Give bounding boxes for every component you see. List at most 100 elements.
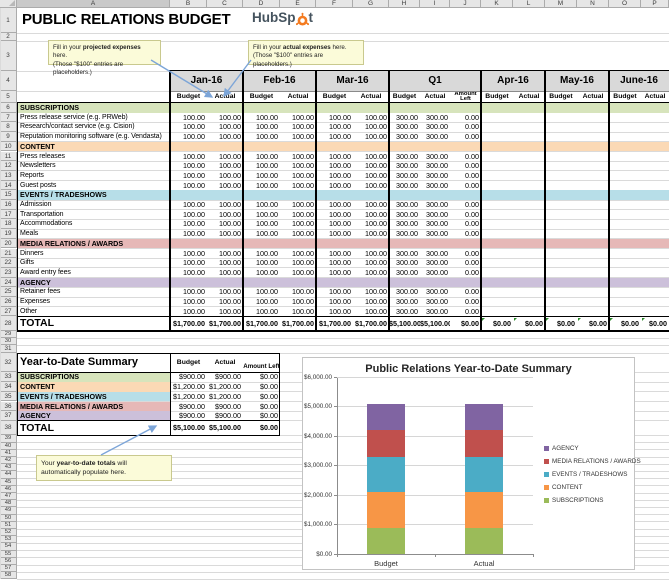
cell-H18[interactable]: 300.00 bbox=[389, 219, 420, 229]
section-header-row[interactable]: EVENTS / TRADESHOWS bbox=[17, 190, 669, 200]
ytd-cell-C34[interactable]: $1,200.00 bbox=[207, 382, 243, 392]
cell-H21[interactable]: 300.00 bbox=[389, 249, 420, 259]
cell-D16[interactable]: 100.00 bbox=[243, 200, 280, 210]
select-all-corner[interactable] bbox=[0, 0, 17, 8]
cell-E8[interactable]: 100.00 bbox=[280, 122, 316, 132]
row-label-22[interactable]: Gifts bbox=[20, 258, 169, 268]
row-header-48[interactable]: 48 bbox=[0, 500, 17, 507]
row-header-35[interactable]: 35 bbox=[0, 392, 17, 402]
cell-C23[interactable]: 100.00 bbox=[207, 268, 243, 278]
cell-D14[interactable]: 100.00 bbox=[243, 181, 280, 191]
ytd-total-B[interactable]: $5,100.00 bbox=[170, 421, 207, 436]
row-label-12[interactable]: Newsletters bbox=[20, 161, 169, 171]
row-header-8[interactable]: 8 bbox=[0, 122, 17, 132]
row-header-53[interactable]: 53 bbox=[0, 536, 17, 543]
cell-F17[interactable]: 100.00 bbox=[316, 210, 353, 220]
cell-H7[interactable]: 300.00 bbox=[389, 113, 420, 123]
cell-E11[interactable]: 100.00 bbox=[280, 152, 316, 162]
cell-J9[interactable]: 0.00 bbox=[450, 132, 481, 142]
cell-F21[interactable]: 100.00 bbox=[316, 249, 353, 259]
section-header-row[interactable]: AGENCY bbox=[17, 278, 669, 288]
col-header-A[interactable]: A bbox=[17, 0, 170, 8]
row-header-42[interactable]: 42 bbox=[0, 457, 17, 464]
col-header-L[interactable]: L bbox=[513, 0, 545, 8]
cell-I9[interactable]: 300.00 bbox=[420, 132, 450, 142]
cell-E19[interactable]: 100.00 bbox=[280, 229, 316, 239]
cell-H22[interactable]: 300.00 bbox=[389, 258, 420, 268]
cell-F13[interactable]: 100.00 bbox=[316, 171, 353, 181]
row-header-2[interactable]: 2 bbox=[0, 33, 17, 41]
row-label-23[interactable]: Award entry fees bbox=[20, 268, 169, 278]
cell-B17[interactable]: 100.00 bbox=[170, 210, 207, 220]
cell-J26[interactable]: 0.00 bbox=[450, 297, 481, 307]
col-header-C[interactable]: C bbox=[207, 0, 243, 8]
row-label-17[interactable]: Transportation bbox=[20, 210, 169, 220]
col-header-H[interactable]: H bbox=[389, 0, 420, 8]
section-header-row[interactable]: MEDIA RELATIONS / AWARDS bbox=[17, 239, 669, 249]
row-header-26[interactable]: 26 bbox=[0, 297, 17, 307]
row-header-44[interactable]: 44 bbox=[0, 471, 17, 478]
ytd-cell-B35[interactable]: $1,200.00 bbox=[170, 392, 207, 402]
cell-D7[interactable]: 100.00 bbox=[243, 113, 280, 123]
row-header-1[interactable]: 1 bbox=[0, 8, 17, 33]
cell-E16[interactable]: 100.00 bbox=[280, 200, 316, 210]
cell-E18[interactable]: 100.00 bbox=[280, 219, 316, 229]
ytd-cell-B33[interactable]: $900.00 bbox=[170, 372, 207, 382]
row-label-8[interactable]: Research/contact service (e.g. Cision) bbox=[20, 122, 169, 132]
cell-J8[interactable]: 0.00 bbox=[450, 122, 481, 132]
cell-D19[interactable]: 100.00 bbox=[243, 229, 280, 239]
month-header-Mar-16[interactable]: Mar-16 bbox=[316, 71, 389, 91]
cell-J23[interactable]: 0.00 bbox=[450, 268, 481, 278]
row-header-38[interactable]: 38 bbox=[0, 421, 17, 436]
cell-J17[interactable]: 0.00 bbox=[450, 210, 481, 220]
cell-C13[interactable]: 100.00 bbox=[207, 171, 243, 181]
cell-G23[interactable]: 100.00 bbox=[353, 268, 389, 278]
cell-I16[interactable]: 300.00 bbox=[420, 200, 450, 210]
ytd-cell-B34[interactable]: $1,200.00 bbox=[170, 382, 207, 392]
row-label-19[interactable]: Meals bbox=[20, 229, 169, 239]
cell-J13[interactable]: 0.00 bbox=[450, 171, 481, 181]
cell-J12[interactable]: 0.00 bbox=[450, 161, 481, 171]
cell-B18[interactable]: 100.00 bbox=[170, 219, 207, 229]
row-header-29[interactable]: 29 bbox=[0, 331, 17, 338]
row-header-5[interactable]: 5 bbox=[0, 91, 17, 103]
month-header-May-16[interactable]: May-16 bbox=[545, 71, 609, 91]
cell-J7[interactable]: 0.00 bbox=[450, 113, 481, 123]
cell-B26[interactable]: 100.00 bbox=[170, 297, 207, 307]
cell-G9[interactable]: 100.00 bbox=[353, 132, 389, 142]
row-label-11[interactable]: Press releases bbox=[20, 152, 169, 162]
month-header-June-16[interactable]: June-16 bbox=[609, 71, 669, 91]
cell-D18[interactable]: 100.00 bbox=[243, 219, 280, 229]
row-header-40[interactable]: 40 bbox=[0, 443, 17, 450]
cell-F19[interactable]: 100.00 bbox=[316, 229, 353, 239]
row-header-39[interactable]: 39 bbox=[0, 435, 17, 442]
cell-D17[interactable]: 100.00 bbox=[243, 210, 280, 220]
cell-H9[interactable]: 300.00 bbox=[389, 132, 420, 142]
cell-F23[interactable]: 100.00 bbox=[316, 268, 353, 278]
cell-J18[interactable]: 0.00 bbox=[450, 219, 481, 229]
col-header-F[interactable]: F bbox=[316, 0, 353, 8]
cell-D9[interactable]: 100.00 bbox=[243, 132, 280, 142]
col-header-I[interactable]: I bbox=[420, 0, 450, 8]
cell-B19[interactable]: 100.00 bbox=[170, 229, 207, 239]
row-header-7[interactable]: 7 bbox=[0, 113, 17, 123]
row-header-17[interactable]: 17 bbox=[0, 210, 17, 220]
cell-B13[interactable]: 100.00 bbox=[170, 171, 207, 181]
cell-I18[interactable]: 300.00 bbox=[420, 219, 450, 229]
col-header-P[interactable]: P bbox=[641, 0, 669, 8]
cell-B22[interactable]: 100.00 bbox=[170, 258, 207, 268]
cell-E17[interactable]: 100.00 bbox=[280, 210, 316, 220]
cell-D23[interactable]: 100.00 bbox=[243, 268, 280, 278]
row-header-21[interactable]: 21 bbox=[0, 249, 17, 259]
cell-H17[interactable]: 300.00 bbox=[389, 210, 420, 220]
col-header-O[interactable]: O bbox=[609, 0, 641, 8]
row-header-45[interactable]: 45 bbox=[0, 479, 17, 486]
cell-B25[interactable]: 100.00 bbox=[170, 287, 207, 297]
row-header-41[interactable]: 41 bbox=[0, 450, 17, 457]
cell-C12[interactable]: 100.00 bbox=[207, 161, 243, 171]
cell-B11[interactable]: 100.00 bbox=[170, 152, 207, 162]
cell-I12[interactable]: 300.00 bbox=[420, 161, 450, 171]
row-header-55[interactable]: 55 bbox=[0, 551, 17, 558]
cell-C26[interactable]: 100.00 bbox=[207, 297, 243, 307]
row-label-14[interactable]: Guest posts bbox=[20, 181, 169, 191]
